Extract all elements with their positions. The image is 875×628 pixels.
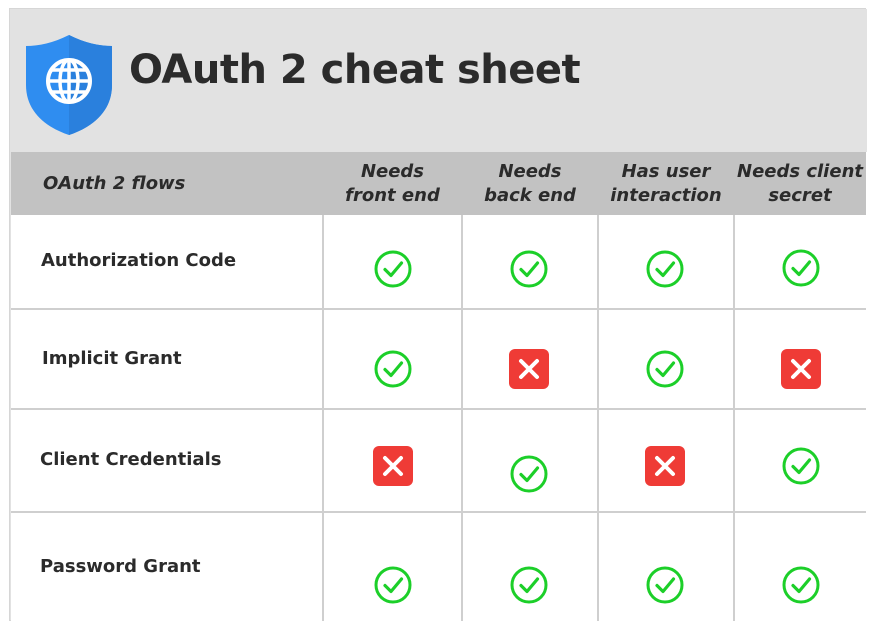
cross-icon [509, 349, 549, 389]
check-icon [645, 249, 685, 289]
column-header-client-secret: Needs client secret [734, 152, 866, 215]
row-label-implicit-grant: Implicit Grant [42, 348, 182, 369]
table-header: OAuth 2 flows Needs front end Needs back… [11, 152, 866, 215]
column-divider [733, 215, 735, 621]
column-header-label: Needs client secret [737, 160, 863, 206]
row-divider [11, 308, 866, 310]
row-divider [11, 511, 866, 513]
cross-icon [373, 446, 413, 486]
column-header-label: OAuth 2 flows [43, 172, 186, 194]
check-icon [781, 565, 821, 605]
check-icon [781, 446, 821, 486]
check-icon [509, 454, 549, 494]
row-label-authorization-code: Authorization Code [41, 250, 237, 271]
column-header-front-end: Needs front end [323, 152, 462, 215]
check-icon [509, 249, 549, 289]
column-divider [461, 215, 463, 621]
column-header-label: Needs back end [484, 160, 576, 206]
check-icon [373, 565, 413, 605]
column-header-back-end: Needs back end [462, 152, 598, 215]
header: OAuth 2 cheat sheet [10, 9, 867, 152]
shield-globe-icon [26, 35, 112, 135]
check-icon [373, 249, 413, 289]
row-divider [11, 408, 866, 410]
row-label-password-grant: Password Grant [40, 556, 201, 577]
column-divider [597, 215, 599, 621]
cross-icon [781, 349, 821, 389]
column-divider [322, 215, 324, 621]
cross-icon [645, 446, 685, 486]
check-icon [645, 565, 685, 605]
page-title: OAuth 2 cheat sheet [129, 47, 581, 93]
column-header-flows: OAuth 2 flows [11, 152, 323, 215]
column-header-user-interaction: Has user interaction [598, 152, 734, 215]
row-label-client-credentials: Client Credentials [40, 449, 222, 470]
check-icon [509, 565, 549, 605]
check-icon [373, 349, 413, 389]
check-icon [781, 248, 821, 288]
column-header-label: Has user interaction [610, 160, 722, 206]
cheat-sheet: OAuth 2 cheat sheet OAuth 2 flows Needs … [9, 8, 867, 621]
column-header-label: Needs front end [345, 160, 440, 206]
flows-table: Authorization Code Implicit Grant Client… [11, 215, 866, 621]
check-icon [645, 349, 685, 389]
